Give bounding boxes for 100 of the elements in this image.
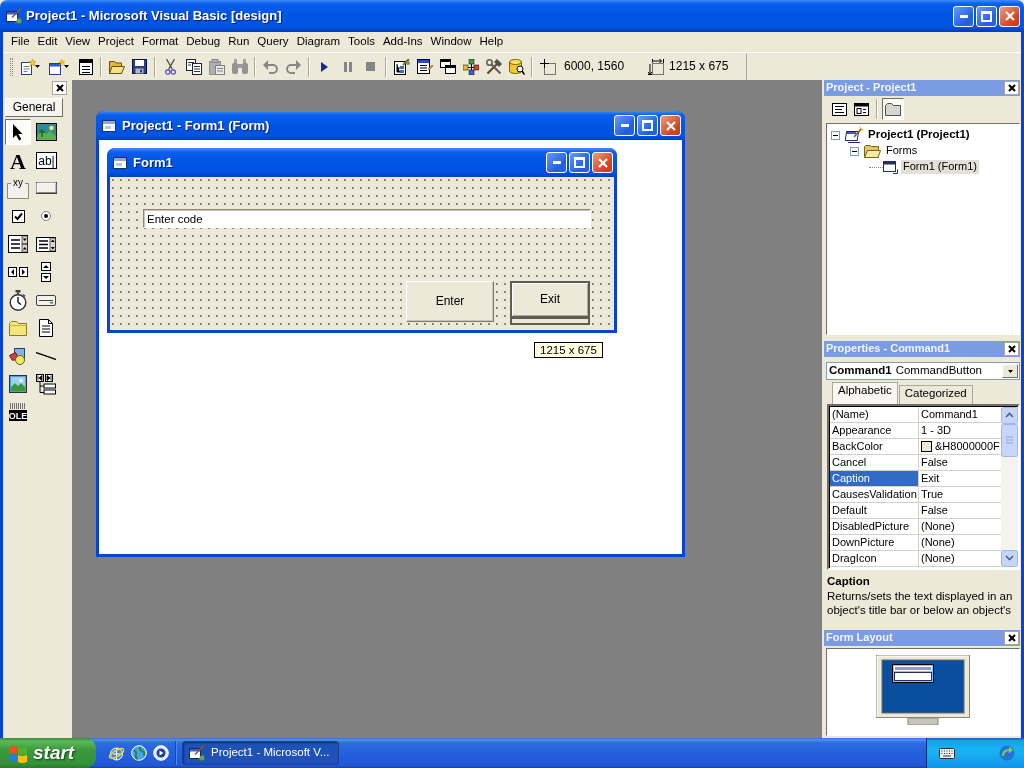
close-button[interactable] [1004, 631, 1019, 645]
property-name[interactable]: Cancel [830, 455, 919, 470]
property-name[interactable]: DisabledPicture [830, 519, 919, 534]
stopwatch-icon[interactable] [9, 289, 27, 311]
menu-item[interactable]: Add-Ins [378, 34, 427, 50]
property-name[interactable]: BackColor [830, 439, 919, 454]
property-value[interactable]: False [921, 503, 948, 518]
overlapping-windows-icon[interactable] [439, 59, 456, 74]
property-value[interactable]: (None) [921, 519, 955, 534]
text-field[interactable]: Enter code [143, 209, 591, 228]
tab[interactable]: Alphabetic [832, 382, 898, 404]
menu-item[interactable]: File [7, 34, 34, 50]
text-box-icon[interactable]: ab| [35, 151, 57, 169]
globe-ring-icon[interactable] [108, 744, 125, 762]
start-button[interactable]: start [0, 738, 96, 768]
property-value[interactable]: False [921, 455, 948, 470]
tree-item[interactable]: Forms [884, 144, 920, 158]
checkbox-icon[interactable] [11, 209, 25, 223]
property-value[interactable]: Exit [921, 471, 940, 486]
shapes-icon[interactable] [9, 347, 27, 365]
maximize-button[interactable] [976, 5, 997, 27]
menu-item[interactable]: Tools [344, 34, 379, 50]
scissors-icon[interactable] [165, 58, 176, 75]
globe-icon[interactable] [131, 745, 147, 761]
property-name[interactable]: Default [830, 503, 919, 518]
code-sheet-icon[interactable] [831, 102, 847, 116]
menu-item[interactable]: Help [475, 34, 508, 50]
vertical-scrollbar-icon[interactable] [41, 262, 51, 282]
hammer-wrench-icon[interactable] [485, 58, 502, 75]
landscape-picture-icon[interactable] [35, 123, 57, 141]
form-button[interactable]: Exit [510, 281, 590, 318]
tree-item[interactable]: Form1 (Form1) [901, 160, 979, 174]
radio-button-icon[interactable] [41, 211, 51, 221]
caret-down-icon[interactable] [64, 65, 69, 68]
disk-drive-icon[interactable] [36, 294, 56, 306]
command-button-icon[interactable] [35, 182, 57, 194]
menu-item[interactable]: Format [137, 34, 183, 50]
menu-item[interactable]: View [61, 34, 95, 50]
collapse-icon[interactable] [831, 130, 840, 140]
tree-item[interactable]: Project1 (Project1) [866, 128, 972, 142]
property-name[interactable]: Caption [830, 471, 919, 486]
property-value[interactable]: 1 - 3D [921, 423, 951, 438]
document-star-icon[interactable] [19, 58, 36, 75]
menu-window-icon[interactable] [78, 58, 93, 75]
property-value[interactable]: (None) [921, 551, 955, 566]
combo-box-icon[interactable] [8, 235, 28, 253]
project-tree-icon[interactable] [393, 58, 410, 75]
property-name[interactable]: DownPicture [830, 535, 919, 550]
menu-item[interactable]: Diagram [292, 34, 345, 50]
menu-item[interactable]: Edit [33, 34, 62, 50]
property-sheet-icon[interactable] [416, 59, 433, 74]
maximize-button[interactable] [569, 152, 590, 173]
menu-item[interactable]: Project [94, 34, 138, 50]
folder-icon[interactable] [885, 102, 901, 116]
folder-icon[interactable] [9, 320, 27, 336]
property-name[interactable]: DragIcon [830, 551, 919, 566]
object-dropdown[interactable]: Command1 CommandButton [826, 362, 1020, 380]
toolbox-tab[interactable]: General [5, 98, 63, 117]
play-icon[interactable] [321, 61, 328, 72]
property-name[interactable]: CausesValidation [830, 487, 919, 502]
taskbar-button[interactable]: Project1 - Microsoft V... [182, 741, 339, 765]
vertical-scrollbar[interactable] [1001, 407, 1018, 567]
close-button[interactable] [1004, 81, 1019, 95]
property-name[interactable]: Appearance [830, 423, 919, 438]
arrow-pointer-icon[interactable] [5, 119, 31, 145]
diagonal-line-icon[interactable] [36, 352, 56, 360]
form-sheet-icon[interactable] [853, 102, 869, 116]
tab[interactable]: Categorized [898, 385, 973, 404]
property-name[interactable]: (Name) [830, 407, 919, 422]
minimize-button[interactable] [614, 115, 635, 136]
play-circle-icon[interactable] [153, 745, 169, 761]
minimize-button[interactable] [953, 5, 974, 27]
menu-item[interactable]: Run [224, 34, 254, 50]
menu-item[interactable]: Query [253, 34, 293, 50]
database-magnifier-icon[interactable] [508, 58, 525, 75]
property-value[interactable]: True [921, 487, 944, 502]
close-button[interactable] [1004, 342, 1019, 356]
menu-item[interactable]: Window [426, 34, 476, 50]
letter-a-icon[interactable]: A [9, 151, 27, 169]
property-value[interactable]: &H8000000F [935, 439, 1000, 454]
data-control-icon[interactable] [36, 373, 56, 395]
property-value[interactable]: (None) [921, 535, 955, 550]
horizontal-scrollbar-icon[interactable] [8, 267, 28, 277]
close-button[interactable] [52, 81, 67, 95]
collapse-icon[interactable] [850, 146, 859, 156]
copy-icon[interactable] [185, 58, 202, 75]
minimize-button[interactable] [546, 152, 567, 173]
framed-landscape-icon[interactable] [9, 375, 27, 393]
list-box-icon[interactable] [36, 236, 56, 252]
window-star-icon[interactable] [48, 58, 65, 75]
open-folder-icon[interactable] [108, 59, 125, 74]
menu-item[interactable]: Debug [182, 34, 225, 50]
object-blocks-icon[interactable] [462, 58, 479, 75]
maximize-button[interactable] [637, 115, 658, 136]
dropdown-button[interactable] [1002, 364, 1018, 378]
property-value[interactable]: Command1 [921, 407, 978, 422]
caret-down-icon[interactable] [35, 65, 40, 68]
keyboard-icon[interactable] [939, 747, 955, 759]
form-button[interactable]: Enter [406, 281, 494, 322]
document-icon[interactable] [39, 319, 53, 337]
